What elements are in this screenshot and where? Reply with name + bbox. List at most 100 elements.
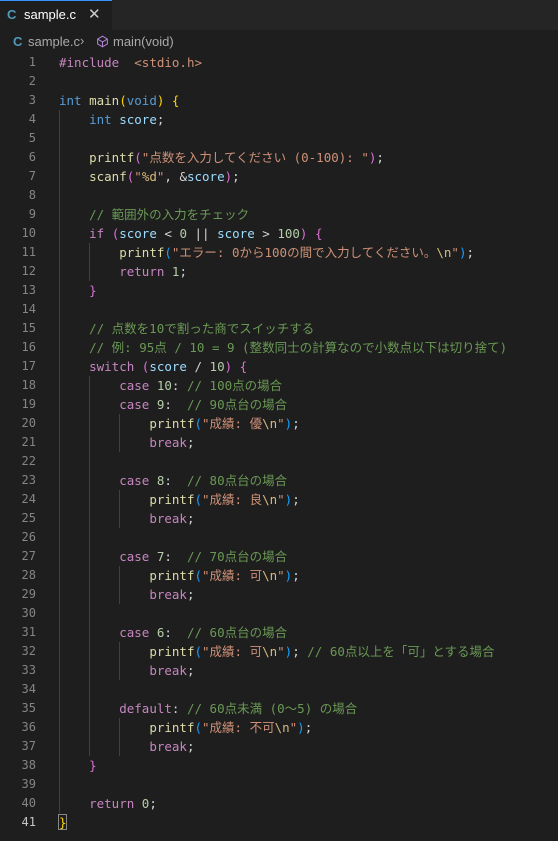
code-token: ; [304,720,313,735]
code-text: int score; [59,111,164,128]
line-number: 26 [21,530,36,544]
code-text: printf("成績: 優\n"); [59,415,299,432]
code-token: scanf [89,169,127,184]
breadcrumb-file[interactable]: sample.c [28,34,80,49]
code-token: score [119,226,157,241]
code-line[interactable]: 40 return 0; [0,794,558,813]
code-line[interactable]: 17 switch (score / 10) { [0,357,558,376]
code-line[interactable]: 2 [0,72,558,91]
code-line[interactable]: 28 printf("成績: 可\n"); [0,566,558,585]
code-token: // 60点未満 (0〜5) の場合 [186,701,358,716]
code-line[interactable]: 10 if (score < 0 || score > 100) { [0,224,558,243]
close-icon[interactable]: ✕ [88,5,101,23]
code-token: \n [262,416,278,431]
code-line[interactable]: 19 case 9: // 90点台の場合 [0,395,558,414]
code-token: printf [149,416,195,431]
code-line[interactable]: 20 printf("成績: 優\n"); [0,414,558,433]
code-line[interactable]: 35 default: // 60点未満 (0〜5) の場合 [0,699,558,718]
chevron-right-icon: › [80,33,85,48]
line-number: 24 [21,492,36,506]
code-token: // 90点台の場合 [186,397,288,412]
code-token: case [119,397,150,412]
code-text: case 7: // 70点台の場合 [59,548,287,565]
code-token: " [277,568,285,583]
line-number: 22 [21,454,36,468]
code-token: : [164,473,187,488]
code-token: default [119,701,172,716]
code-line[interactable]: 21 break; [0,433,558,452]
code-line[interactable]: 11 printf("エラー: 0から100の間で入力してください。\n"); [0,243,558,262]
code-line[interactable]: 14 [0,300,558,319]
line-number: 39 [21,777,36,791]
code-line[interactable]: 37 break; [0,737,558,756]
code-line[interactable]: 3 int main(void) { [0,91,558,110]
code-line[interactable]: 33 break; [0,661,558,680]
code-line[interactable]: 26 [0,528,558,547]
code-line[interactable]: 36 printf("成績: 不可\n"); [0,718,558,737]
code-line[interactable]: 29 break; [0,585,558,604]
code-token: : [164,549,187,564]
code-line[interactable]: 13 } [0,281,558,300]
code-line[interactable]: 23 case 8: // 80点台の場合 [0,471,558,490]
indent-guide [89,243,91,281]
code-token: break [149,739,187,754]
code-line[interactable]: 39 [0,775,558,794]
breadcrumb-function[interactable]: main(void) [113,34,174,49]
code-line[interactable]: 27 case 7: // 70点台の場合 [0,547,558,566]
line-number: 15 [21,321,36,335]
code-line[interactable]: 32 printf("成績: 可\n"); // 60点以上を「可」とする場合 [0,642,558,661]
code-token: <stdio.h> [134,55,203,70]
code-text: case 6: // 60点台の場合 [59,624,287,641]
code-line[interactable]: 30 [0,604,558,623]
code-line[interactable]: 34 [0,680,558,699]
code-token: return [89,796,135,811]
line-number: 41 [21,815,36,829]
code-line[interactable]: 24 printf("成績: 良\n"); [0,490,558,509]
code-token: : [164,625,187,640]
code-token: // 点数を10で割った商でスイッチする [89,321,315,336]
line-number: 23 [21,473,36,487]
code-line[interactable]: 41} [0,813,558,832]
tab-sample-c[interactable]: C sample.c ✕ [0,0,112,30]
code-line[interactable]: 8 [0,186,558,205]
code-line[interactable]: 31 case 6: // 60点台の場合 [0,623,558,642]
code-line[interactable]: 15 // 点数を10で割った商でスイッチする [0,319,558,338]
code-line[interactable]: 22 [0,452,558,471]
code-text: default: // 60点未満 (0〜5) の場合 [59,700,357,717]
code-line[interactable]: 18 case 10: // 100点の場合 [0,376,558,395]
code-token: / [186,359,210,374]
code-line[interactable]: 16 // 例: 95点 / 10 = 9 (整数同士の計算なので小数点以下は切… [0,338,558,357]
code-line[interactable]: 7 scanf("%d", &score); [0,167,558,186]
code-token: // 例: 95点 / 10 = 9 (整数同士の計算なので小数点以下は切り捨て… [89,340,508,355]
code-line[interactable]: 38 } [0,756,558,775]
code-line[interactable]: 9 // 範囲外の入力をチェック [0,205,558,224]
code-line[interactable]: 25 break; [0,509,558,528]
code-line[interactable]: 6 printf("点数を入力してください (0-100): "); [0,148,558,167]
code-editor[interactable]: 1 #include <stdio.h> 2 3 int main(void) {4 i… [0,52,558,841]
code-text: scanf("%d", &score); [59,168,240,185]
line-number: 17 [21,359,36,373]
code-line[interactable]: 12 return 1; [0,262,558,281]
line-number: 12 [21,264,36,278]
c-file-icon: C [13,34,23,49]
code-token: : [164,397,187,412]
code-token: 10 [156,378,172,393]
code-line[interactable]: 5 [0,129,558,148]
line-number: 33 [21,663,36,677]
line-number: 36 [21,720,36,734]
indent-guide [119,414,121,452]
code-token: printf [119,245,165,260]
code-line[interactable]: 4 int score; [0,110,558,129]
code-token: { [171,93,180,108]
code-token: printf [89,150,135,165]
code-line[interactable]: 1 #include <stdio.h> [0,53,558,72]
